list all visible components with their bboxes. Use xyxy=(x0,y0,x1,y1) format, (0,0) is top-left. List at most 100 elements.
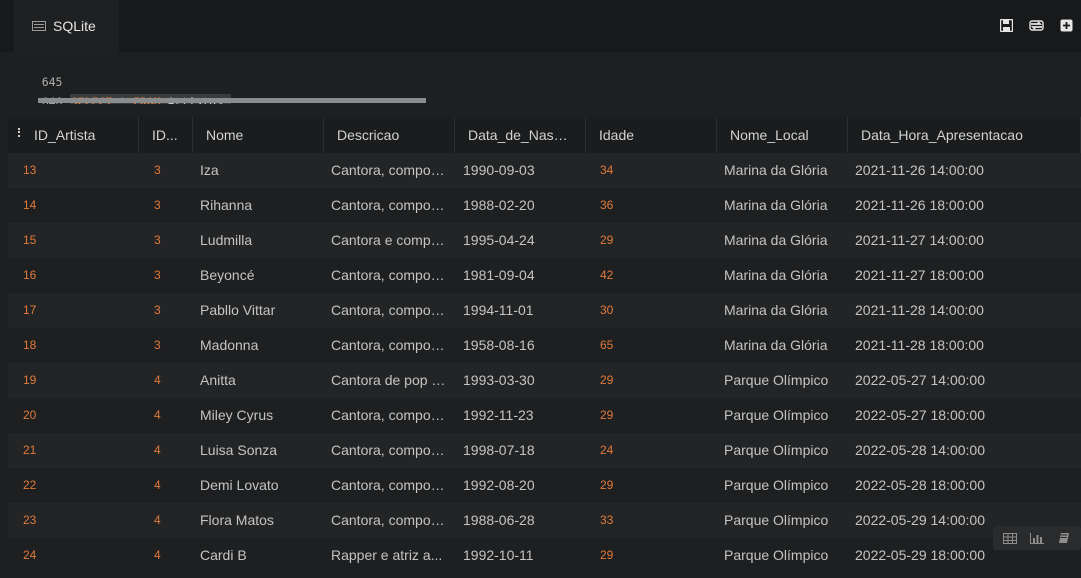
col-id-local-cell[interactable]: 4 xyxy=(154,538,196,573)
col-descricao-cell[interactable]: Cantora e compo... xyxy=(331,223,450,258)
col-data-hora-cell[interactable]: 2021-11-26 18:00:00 xyxy=(855,188,1076,223)
col-data-nascimento-cell[interactable]: 1992-08-20 xyxy=(463,468,582,503)
col-descricao-cell[interactable]: Cantora, composi... xyxy=(331,398,450,433)
add-icon[interactable] xyxy=(1057,16,1075,34)
col-idade-cell[interactable]: 65 xyxy=(600,328,719,363)
col-nome-local-cell[interactable]: Parque Olímpico xyxy=(724,398,843,433)
col-id-artista-cell[interactable]: 17 xyxy=(23,293,142,328)
col-data-nascimento-cell[interactable]: 1988-06-28 xyxy=(463,503,582,538)
col-nome-cell[interactable]: Pabllo Vittar xyxy=(200,293,319,328)
col-nome-cell[interactable]: Iza xyxy=(200,153,319,188)
col-nome-cell[interactable]: Flora Matos xyxy=(200,503,319,538)
col-nome-local-cell[interactable]: Parque Olímpico xyxy=(724,468,843,503)
col-descricao-cell[interactable]: Cantora, composi... xyxy=(331,153,450,188)
col-idade-cell[interactable]: 24 xyxy=(600,433,719,468)
col-id-local-cell[interactable]: 4 xyxy=(154,433,196,468)
col-id-local-cell[interactable]: 3 xyxy=(154,223,196,258)
col-idade-cell[interactable]: 29 xyxy=(600,398,719,433)
table-row[interactable]: 23 4 Flora Matos Cantora, composi... 1988-06… xyxy=(8,503,1081,538)
col-nome-local-cell[interactable]: Parque Olímpico xyxy=(724,503,843,538)
col-idade-cell[interactable]: 29 xyxy=(600,363,719,398)
col-nome-cell[interactable]: Rihanna xyxy=(200,188,319,223)
col-id-local-cell[interactable]: 4 xyxy=(154,468,196,503)
col-nome-cell[interactable]: Ludmilla xyxy=(200,223,319,258)
col-id-local-cell[interactable]: 3 xyxy=(154,328,196,363)
col-data-hora-cell[interactable]: 2021-11-28 14:00:00 xyxy=(855,293,1076,328)
col-data-nascimento-cell[interactable]: 1994-11-01 xyxy=(463,293,582,328)
table-row[interactable]: 16 3 Beyoncé Cantora, composi... 1981-09-04 4… xyxy=(8,258,1081,293)
col-data-nascimento-cell[interactable]: 1993-03-30 xyxy=(463,363,582,398)
col-data-hora-cell[interactable]: 2022-05-28 14:00:00 xyxy=(855,433,1076,468)
col-nome-local-cell[interactable]: Parque Olímpico xyxy=(724,538,843,573)
col-data-nascimento-cell[interactable]: 1958-08-16 xyxy=(463,328,582,363)
table-row[interactable]: 20 4 Miley Cyrus Cantora, composi... 1992-11… xyxy=(8,398,1081,433)
col-nome-local-cell[interactable]: Marina da Glória xyxy=(724,293,843,328)
col-data-nascimento-cell[interactable]: 1992-10-11 xyxy=(463,538,582,573)
col-descricao-cell[interactable]: Cantora, composi... xyxy=(331,433,450,468)
col-id-artista-cell[interactable]: 23 xyxy=(23,503,142,538)
col-descricao-cell[interactable]: Cantora, composi... xyxy=(331,293,450,328)
col-id-artista-cell[interactable]: 16 xyxy=(23,258,142,293)
col-idade-cell[interactable]: 36 xyxy=(600,188,719,223)
table-row[interactable]: 14 3 Rihanna Cantora, composi... 1988-02-20 3… xyxy=(8,188,1081,223)
col-id-local-header[interactable]: ID... xyxy=(139,117,193,153)
table-row[interactable]: 15 3 Ludmilla Cantora e compo... 1995-04-24 2… xyxy=(8,223,1081,258)
col-data-nascimento-cell[interactable]: 1992-11-23 xyxy=(463,398,582,433)
col-id-artista-header[interactable]: ID_Artista xyxy=(8,117,139,153)
col-id-artista-cell[interactable]: 20 xyxy=(23,398,142,433)
col-nome-cell[interactable]: Demi Lovato xyxy=(200,468,319,503)
col-idade-cell[interactable]: 33 xyxy=(600,503,719,538)
table-row[interactable]: 22 4 Demi Lovato Cantora, composi... 1992-08… xyxy=(8,468,1081,503)
horizontal-scrollbar[interactable] xyxy=(38,98,426,103)
col-nome-cell[interactable]: Anitta xyxy=(200,363,319,398)
col-nome-local-cell[interactable]: Marina da Glória xyxy=(724,223,843,258)
col-idade-cell[interactable]: 30 xyxy=(600,293,719,328)
table-row[interactable]: 24 4 Cardi B Rapper e atriz a... 1992-10-11 2… xyxy=(8,538,1081,573)
col-id-local-cell[interactable]: 4 xyxy=(154,503,196,538)
col-id-artista-cell[interactable]: 19 xyxy=(23,363,142,398)
col-descricao-cell[interactable]: Cantora, composi... xyxy=(331,188,450,223)
col-id-artista-cell[interactable]: 18 xyxy=(23,328,142,363)
col-data-hora-cell[interactable]: 2021-11-27 14:00:00 xyxy=(855,223,1076,258)
col-data-nascimento-cell[interactable]: 1981-09-04 xyxy=(463,258,582,293)
col-id-local-cell[interactable]: 3 xyxy=(154,258,196,293)
col-descricao-header[interactable]: Descricao xyxy=(324,117,455,153)
col-descricao-cell[interactable]: Cantora, composi... xyxy=(331,328,450,363)
col-idade-cell[interactable]: 34 xyxy=(600,153,719,188)
col-descricao-cell[interactable]: Cantora, composi... xyxy=(331,503,450,538)
col-nome-header[interactable]: Nome xyxy=(193,117,324,153)
col-id-local-cell[interactable]: 3 xyxy=(154,188,196,223)
col-nome-local-header[interactable]: Nome_Local xyxy=(717,117,848,153)
col-idade-cell[interactable]: 29 xyxy=(600,468,719,503)
col-id-artista-cell[interactable]: 15 xyxy=(23,223,142,258)
col-nome-local-cell[interactable]: Marina da Glória xyxy=(724,258,843,293)
col-data-hora-cell[interactable]: 2021-11-26 14:00:00 xyxy=(855,153,1076,188)
col-descricao-cell[interactable]: Rapper e atriz a... xyxy=(331,538,450,573)
table-row[interactable]: 19 4 Anitta Cantora de pop b... 1993-03-30 29… xyxy=(8,363,1081,398)
col-id-artista-cell[interactable]: 24 xyxy=(23,538,142,573)
col-nome-local-cell[interactable]: Marina da Glória xyxy=(724,328,843,363)
table-row[interactable]: 21 4 Luisa Sonza Cantora, composi... 1998-07… xyxy=(8,433,1081,468)
col-data-nascimento-cell[interactable]: 1995-04-24 xyxy=(463,223,582,258)
col-data-nascimento-cell[interactable]: 1988-02-20 xyxy=(463,188,582,223)
col-nome-local-cell[interactable]: Parque Olímpico xyxy=(724,433,843,468)
tab-sqlite[interactable]: SQLite xyxy=(14,0,119,52)
col-idade-cell[interactable]: 29 xyxy=(600,223,719,258)
book-icon[interactable] xyxy=(1056,531,1072,545)
col-id-local-cell[interactable]: 3 xyxy=(154,153,196,188)
col-id-artista-cell[interactable]: 21 xyxy=(23,433,142,468)
col-id-local-cell[interactable]: 4 xyxy=(154,398,196,433)
col-nome-cell[interactable]: Luisa Sonza xyxy=(200,433,319,468)
table-row[interactable]: 13 3 Iza Cantora, composi... 1990-09-03 34 Mar… xyxy=(8,153,1081,188)
col-data-nascimento-cell[interactable]: 1990-09-03 xyxy=(463,153,582,188)
table-row[interactable]: 17 3 Pabllo Vittar Cantora, composi... 1994-… xyxy=(8,293,1081,328)
col-data-hora-cell[interactable]: 2021-11-28 18:00:00 xyxy=(855,328,1076,363)
col-descricao-cell[interactable]: Cantora, composi... xyxy=(331,258,450,293)
col-id-artista-cell[interactable]: 22 xyxy=(23,468,142,503)
col-data-nascimento-header[interactable]: Data_de_Nasci... xyxy=(455,117,586,153)
col-nome-cell[interactable]: Beyoncé xyxy=(200,258,319,293)
col-data-nascimento-cell[interactable]: 1998-07-18 xyxy=(463,433,582,468)
col-id-artista-cell[interactable]: 14 xyxy=(23,188,142,223)
col-nome-local-cell[interactable]: Marina da Glória xyxy=(724,188,843,223)
col-nome-cell[interactable]: Miley Cyrus xyxy=(200,398,319,433)
